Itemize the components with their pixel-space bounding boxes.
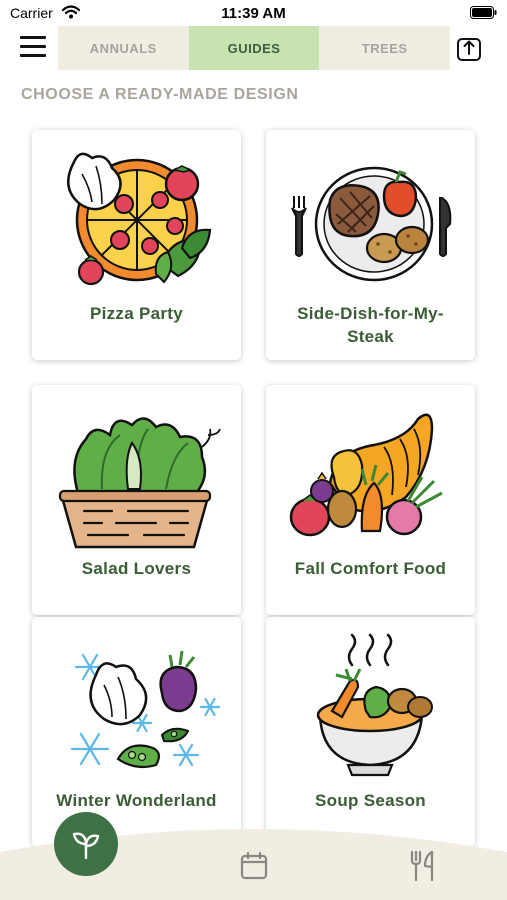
card-label: Winter Wonderland: [56, 791, 217, 810]
tab-annuals[interactable]: ANNUALS: [58, 26, 189, 70]
hamburger-menu-icon[interactable]: [20, 36, 46, 60]
fork-knife-icon[interactable]: [408, 850, 438, 882]
card-label: Fall Comfort Food: [294, 559, 447, 578]
tab-bar: ANNUALS GUIDES TREES: [58, 26, 450, 70]
status-bar: Carrier 11:39 AM: [0, 0, 507, 26]
header: ANNUALS GUIDES TREES: [0, 26, 507, 70]
tab-guides[interactable]: GUIDES: [188, 26, 320, 70]
section-title: CHOOSE A READY-MADE DESIGN: [21, 86, 299, 103]
card-label: Salad Lovers: [81, 559, 192, 578]
salad-basket-illustration: [58, 417, 221, 549]
design-card-fall-comfort-food[interactable]: Fall Comfort Food: [266, 385, 475, 615]
steak-plate-illustration: [291, 166, 452, 282]
design-card-pizza-party[interactable]: Pizza Party: [32, 130, 241, 360]
tab-trees[interactable]: TREES: [319, 26, 450, 70]
winter-vegetables-illustration: [70, 650, 221, 769]
clock: 11:39 AM: [221, 5, 286, 22]
card-label: Side-Dish-for-My-Steak: [297, 304, 444, 346]
cornucopia-illustration: [289, 413, 443, 537]
calendar-icon[interactable]: [238, 850, 270, 882]
soup-bowl-illustration: [316, 633, 433, 777]
pizza-illustration: [67, 152, 212, 286]
design-card-salad-lovers[interactable]: Salad Lovers: [32, 385, 241, 615]
plant-sprout-icon[interactable]: [54, 812, 118, 876]
battery-icon: [470, 6, 497, 19]
design-card-side-dish-steak[interactable]: Side-Dish-for-My-Steak: [266, 130, 475, 360]
card-label: Soup Season: [315, 791, 426, 810]
share-upload-icon[interactable]: [456, 36, 482, 62]
card-label: Pizza Party: [89, 304, 184, 323]
